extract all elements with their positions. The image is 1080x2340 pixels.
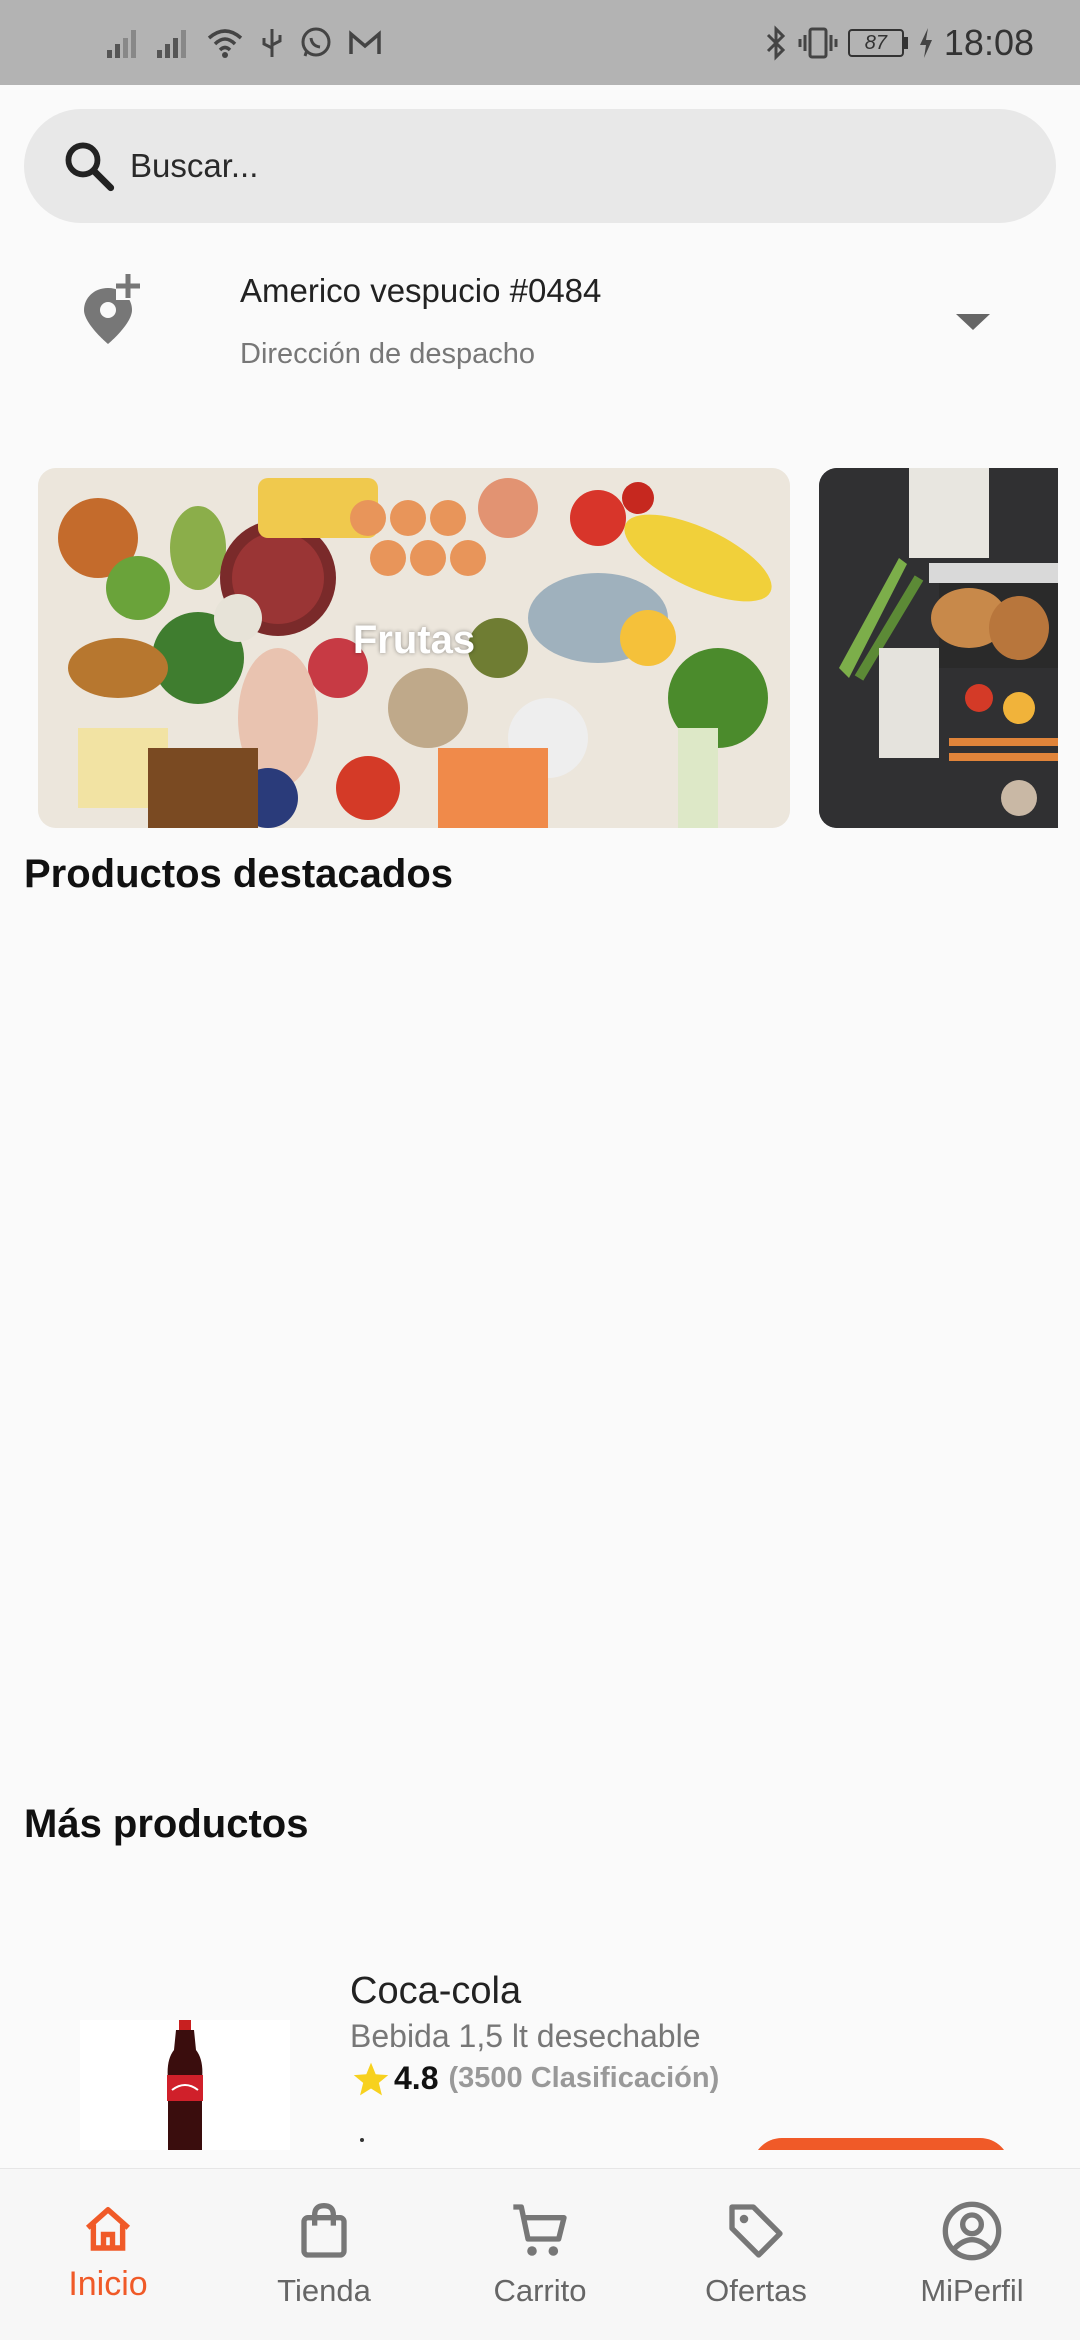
nav-item-ofertas[interactable]: Ofertas <box>648 2169 864 2340</box>
product-name: Coca-cola <box>350 1970 522 2012</box>
vibrate-icon <box>798 27 838 59</box>
category-card-2[interactable] <box>819 468 1058 828</box>
nav-item-inicio[interactable]: Inicio <box>0 2169 216 2340</box>
tag-icon <box>729 2204 783 2258</box>
chevron-down-icon[interactable] <box>956 312 990 332</box>
shopping-bag-icon <box>301 2202 347 2258</box>
nav-label-carrito: Carrito <box>493 2273 587 2308</box>
product-description: Bebida 1,5 lt desechable <box>350 2018 701 2054</box>
home-icon <box>85 2207 131 2251</box>
whatsapp-icon <box>301 27 331 57</box>
address-title: Americo vespucio #0484 <box>240 272 602 309</box>
product-card[interactable]: Coca-cola Bebida 1,5 lt desechable 4.8 (… <box>0 1960 1080 2150</box>
nav-label-ofertas: Ofertas <box>705 2273 807 2308</box>
product-rating: 4.8 (3500 Clasificación) <box>352 2060 719 2097</box>
more-products-title: Más productos <box>24 1802 309 1846</box>
battery-level: 87 <box>847 29 904 57</box>
battery-icon: 87 <box>847 29 908 57</box>
status-bar: 87 18:08 <box>0 0 1080 85</box>
signal-icon <box>107 30 136 58</box>
rating-value: 4.8 <box>394 2060 439 2096</box>
profile-icon <box>942 2201 1002 2261</box>
add-to-cart-button[interactable] <box>752 2138 1010 2150</box>
bluetooth-icon <box>766 25 786 61</box>
status-icons-right: 87 18:08 <box>764 20 1034 66</box>
search-bar[interactable] <box>24 109 1056 223</box>
category-card-frutas[interactable]: Frutas <box>38 468 790 828</box>
usb-icon <box>262 29 282 57</box>
featured-products-list <box>0 920 1080 1760</box>
category-image <box>819 468 1058 828</box>
rating-count: (3500 Clasificación) <box>448 2062 720 2094</box>
category-carousel[interactable]: Frutas <box>0 468 1058 828</box>
add-location-icon[interactable] <box>78 272 144 344</box>
signal-icon-2 <box>157 30 186 58</box>
nav-label-tienda: Tienda <box>277 2273 371 2308</box>
nav-item-carrito[interactable]: Carrito <box>432 2169 648 2340</box>
gmail-icon <box>349 30 381 54</box>
product-price <box>360 2138 364 2142</box>
search-input[interactable] <box>130 147 930 185</box>
status-icons-left <box>105 20 383 66</box>
featured-products-title: Productos destacados <box>24 852 454 896</box>
product-image <box>80 2020 290 2150</box>
address-subtitle: Dirección de despacho <box>240 338 536 370</box>
charging-icon <box>919 28 932 58</box>
cart-icon <box>513 2204 567 2256</box>
category-label: Frutas <box>352 618 476 662</box>
wifi-icon <box>207 29 243 58</box>
nav-label-miperfil: MiPerfil <box>920 2273 1024 2308</box>
bottom-navigation: Inicio Tienda Carrito Ofertas MiPerfil <box>0 2168 1080 2340</box>
status-time: 18:08 <box>943 22 1034 63</box>
search-icon[interactable] <box>60 137 118 195</box>
nav-item-miperfil[interactable]: MiPerfil <box>864 2169 1080 2340</box>
star-icon <box>353 2062 389 2095</box>
nav-item-tienda[interactable]: Tienda <box>216 2169 432 2340</box>
delivery-address-selector[interactable]: Americo vespucio #0484 Dirección de desp… <box>0 250 1080 400</box>
nav-label-inicio: Inicio <box>68 2265 148 2303</box>
